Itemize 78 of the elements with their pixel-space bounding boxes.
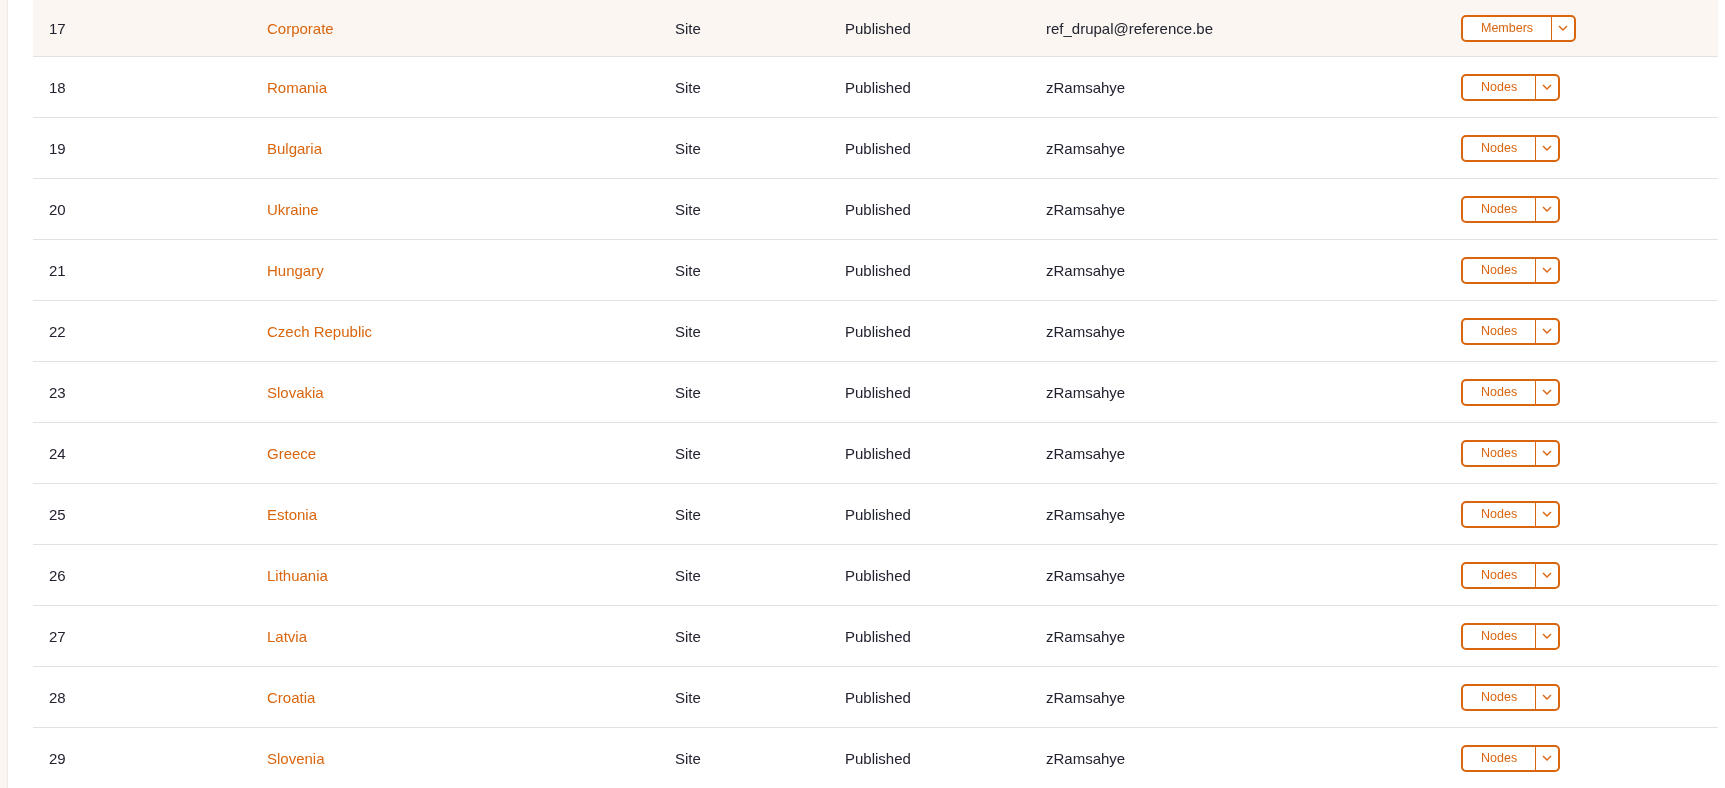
status-cell: Published [845,444,911,462]
id-cell: 28 [49,688,66,706]
author-cell: zRamsahye [1046,627,1126,645]
status-cell: Published [845,139,911,157]
type-cell: Site [675,261,701,279]
status-cell: Published [845,322,911,340]
chevron-down-icon [1542,694,1553,700]
group-link[interactable]: Corporate [267,19,334,37]
group-link[interactable]: Romania [267,78,328,96]
author-cell: zRamsahye [1046,78,1126,96]
chevron-down-icon [1542,328,1553,334]
chevron-down-icon [1542,145,1553,151]
id-cell: 19 [49,139,66,157]
type-cell: Site [675,78,701,96]
status-cell: Published [845,383,911,401]
group-link[interactable]: Hungary [267,261,324,279]
id-cell: 29 [49,749,66,767]
status-cell: Published [845,200,911,218]
group-link[interactable]: Greece [267,444,317,462]
id-cell: 24 [49,444,66,462]
id-cell: 22 [49,322,66,340]
group-link[interactable]: Lithuania [267,566,328,584]
type-cell: Site [675,566,701,584]
group-link[interactable]: Latvia [267,627,308,645]
chevron-down-icon [1542,633,1553,639]
chevron-down-icon [1542,84,1553,90]
type-cell: Site [675,19,701,37]
group-link[interactable]: Ukraine [267,200,319,218]
chevron-down-icon [1558,25,1569,31]
status-cell: Published [845,566,911,584]
type-cell: Site [675,749,701,767]
chevron-down-icon [1542,206,1553,212]
status-cell: Published [845,688,911,706]
group-link[interactable]: Estonia [267,505,318,523]
id-cell: 21 [49,261,66,279]
type-cell: Site [675,139,701,157]
chevron-down-icon [1542,755,1553,761]
type-cell: Site [675,322,701,340]
author-cell: ref_drupal@reference.be [1046,19,1213,37]
author-cell: zRamsahye [1046,383,1126,401]
group-link[interactable]: Bulgaria [267,139,323,157]
chevron-down-icon [1542,511,1553,517]
type-cell: Site [675,627,701,645]
author-cell: zRamsahye [1046,505,1126,523]
author-cell: zRamsahye [1046,200,1126,218]
type-cell: Site [675,383,701,401]
group-link[interactable]: Slovakia [267,383,324,401]
author-cell: zRamsahye [1046,139,1126,157]
chevron-down-icon [1542,389,1553,395]
id-cell: 18 [49,78,66,96]
chevron-down-icon [1542,267,1553,273]
status-cell: Published [845,627,911,645]
author-cell: zRamsahye [1046,322,1126,340]
author-cell: zRamsahye [1046,749,1126,767]
group-link[interactable]: Czech Republic [267,322,373,340]
chevron-down-icon [1542,450,1553,456]
status-cell: Published [845,19,911,37]
status-cell: Published [845,505,911,523]
type-cell: Site [675,200,701,218]
group-link[interactable]: Slovenia [267,749,325,767]
id-cell: 25 [49,505,66,523]
id-cell: 23 [49,383,66,401]
type-cell: Site [675,444,701,462]
status-cell: Published [845,261,911,279]
group-link[interactable]: Croatia [267,688,316,706]
author-cell: zRamsahye [1046,566,1126,584]
type-cell: Site [675,505,701,523]
id-cell: 17 [49,19,66,37]
id-cell: 20 [49,200,66,218]
chevron-down-icon [1542,572,1553,578]
id-cell: 27 [49,627,66,645]
status-cell: Published [845,78,911,96]
author-cell: zRamsahye [1046,261,1126,279]
author-cell: zRamsahye [1046,688,1126,706]
author-cell: zRamsahye [1046,444,1126,462]
status-cell: Published [845,749,911,767]
type-cell: Site [675,688,701,706]
id-cell: 26 [49,566,66,584]
